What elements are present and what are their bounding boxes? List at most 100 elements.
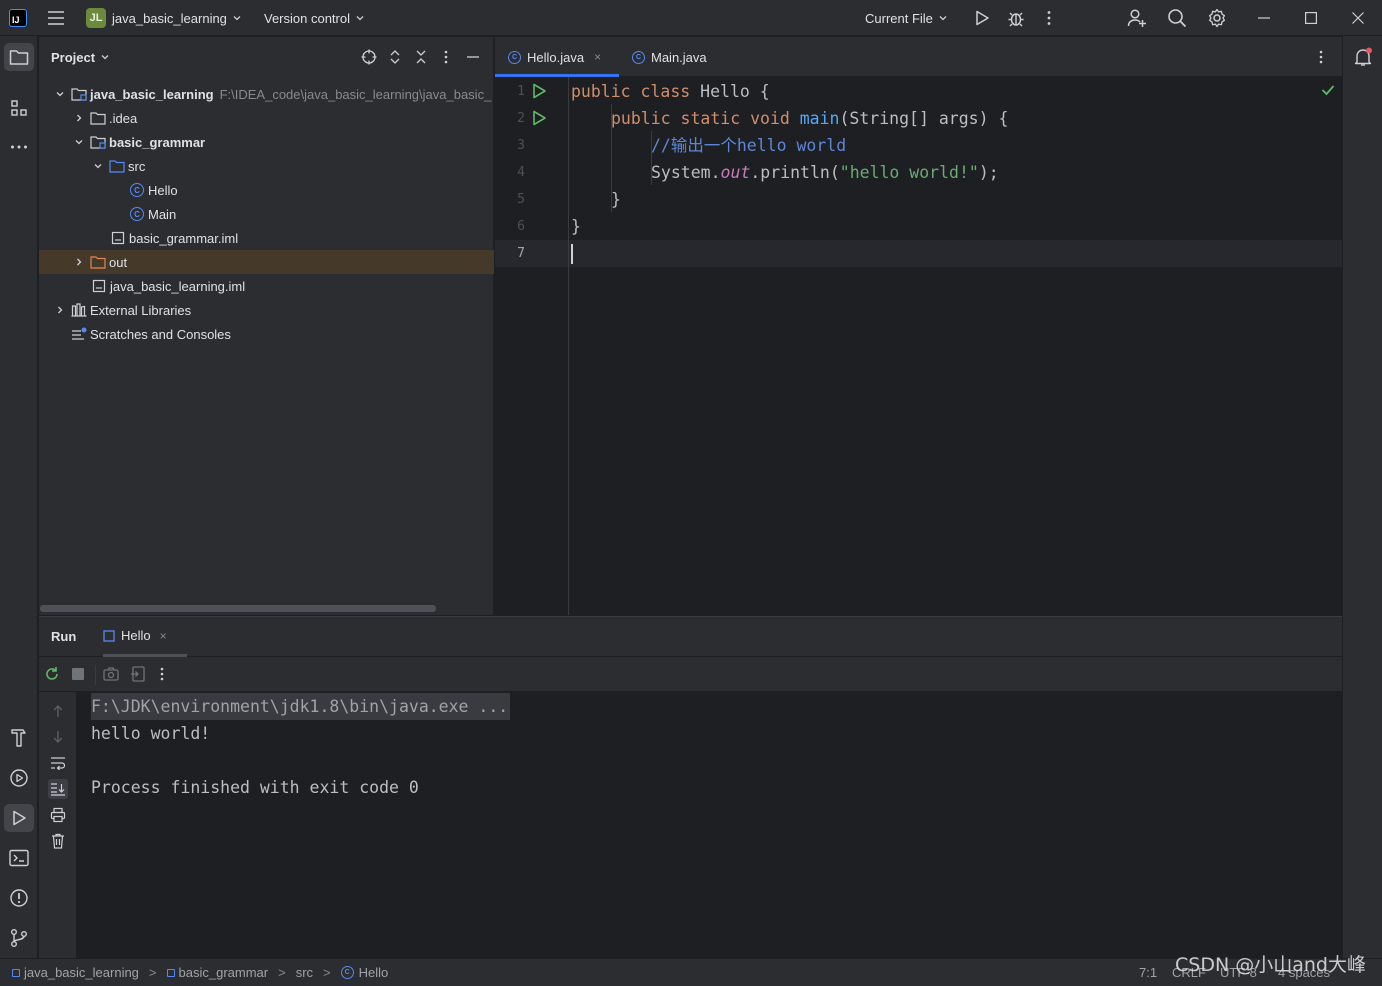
console-output[interactable]: F:\JDK\environment\jdk1.8\bin\java.exe .… <box>91 693 511 801</box>
no-problems-check-icon[interactable] <box>1321 84 1335 96</box>
add-user-icon[interactable] <box>1127 0 1147 36</box>
more-vertical-icon[interactable] <box>1046 0 1052 36</box>
run-tool-button[interactable] <box>4 804 34 832</box>
tree-item-main[interactable]: C Main <box>39 202 494 226</box>
more-vertical-icon[interactable] <box>443 49 449 65</box>
project-switcher[interactable]: JL java_basic_learning <box>86 0 242 36</box>
chevron-down-icon <box>939 16 947 21</box>
tree-item-basic-grammar-iml[interactable]: basic_grammar.iml <box>39 226 494 250</box>
console-command-line[interactable]: F:\JDK\environment\jdk1.8\bin\java.exe .… <box>91 693 511 720</box>
more-tools-button[interactable] <box>4 133 34 161</box>
breadcrumb-item[interactable]: C Hello <box>340 965 388 980</box>
maximize-icon[interactable] <box>1305 0 1317 36</box>
tree-item-java-basic-learning[interactable]: java_basic_learning F:\IDEA_code\java_ba… <box>39 82 494 106</box>
title-bar: IJ JL java_basic_learning Version contro… <box>0 0 1382 36</box>
tree-item-hello[interactable]: C Hello <box>39 178 494 202</box>
chevron-right-icon[interactable] <box>53 303 67 317</box>
line-number: 5 <box>517 192 525 207</box>
hide-panel-icon[interactable] <box>466 49 480 65</box>
tab-main-java[interactable]: C Main.java <box>632 37 707 77</box>
print-icon[interactable] <box>48 805 68 825</box>
breadcrumb-item[interactable]: src <box>296 965 313 980</box>
hamburger-menu-icon[interactable] <box>47 0 65 36</box>
project-tool-button[interactable] <box>4 43 34 71</box>
tree-item-src[interactable]: src <box>39 154 494 178</box>
structure-tool-button[interactable] <box>4 94 34 122</box>
git-branch-icon <box>11 929 27 947</box>
chevron-right-icon[interactable] <box>72 111 86 125</box>
run-gutter-icon[interactable] <box>531 110 547 126</box>
tree-item-scratches[interactable]: Scratches and Consoles <box>39 322 494 346</box>
stop-icon[interactable] <box>72 668 84 680</box>
tab-close-icon[interactable]: × <box>160 629 167 643</box>
tree-item-out[interactable]: out <box>39 250 494 274</box>
editor-tab-bar: C Hello.java × C Main.java <box>495 37 1342 77</box>
code-line-2: public static void main(String[] args) { <box>611 109 1009 128</box>
chevron-right-icon[interactable] <box>72 255 86 269</box>
editor-area: C Hello.java × C Main.java 1 2 3 4 5 6 7… <box>495 37 1342 615</box>
line-number: 3 <box>517 138 525 153</box>
editor-gutter: 1 2 3 4 5 6 7 <box>495 77 569 615</box>
console-line: Process finished with exit code 0 <box>91 778 419 797</box>
rerun-icon[interactable] <box>44 666 60 682</box>
trash-icon[interactable] <box>48 831 68 851</box>
build-tool-button[interactable] <box>4 724 34 752</box>
expand-all-icon[interactable] <box>388 49 402 65</box>
caret-position[interactable]: 7:1 <box>1139 965 1157 980</box>
notifications-button[interactable] <box>1348 43 1378 71</box>
tree-item-basic-grammar[interactable]: basic_grammar <box>39 130 494 154</box>
soft-wrap-icon[interactable] <box>48 753 68 773</box>
line-number: 1 <box>517 84 525 99</box>
locate-icon[interactable] <box>361 49 377 65</box>
minimize-icon[interactable] <box>1258 0 1270 36</box>
hammer-icon <box>11 729 26 747</box>
exit-icon[interactable] <box>130 666 146 682</box>
gear-icon[interactable] <box>1207 0 1227 36</box>
vcs-menu[interactable]: Version control <box>264 0 365 36</box>
run-tab-hello[interactable]: Hello × <box>103 617 187 657</box>
run-icon[interactable] <box>973 0 991 36</box>
tab-hello-java[interactable]: C Hello.java × <box>495 37 619 77</box>
source-folder-icon <box>109 158 125 174</box>
line-number: 4 <box>517 165 525 180</box>
watermark: CSDN @小山and大峰 <box>1175 954 1366 976</box>
project-horizontal-scrollbar[interactable] <box>40 605 436 612</box>
run-config-selector[interactable]: Current File <box>865 0 948 36</box>
run-icon <box>13 810 26 826</box>
code-line-1: public class Hello { <box>571 82 770 101</box>
chevron-down-icon <box>233 16 241 21</box>
tab-close-icon[interactable]: × <box>594 50 601 64</box>
chevron-down-icon[interactable] <box>91 159 105 173</box>
code-line-4: System.out.println("hello world!"); <box>651 163 999 182</box>
debug-icon[interactable] <box>1007 0 1025 36</box>
console-side-toolbar <box>39 692 77 959</box>
problems-tool-button[interactable] <box>4 884 34 912</box>
app-logo[interactable]: IJ <box>9 0 27 36</box>
tree-item-idea[interactable]: .idea <box>39 106 494 130</box>
camera-icon[interactable] <box>103 666 119 682</box>
project-panel: Project java_basic_learning F:\IDEA_code… <box>39 37 494 615</box>
chevron-down-icon[interactable] <box>53 87 67 101</box>
more-vertical-icon[interactable] <box>1318 49 1324 65</box>
arrow-up-icon[interactable] <box>48 701 68 721</box>
tree-item-java-basic-learning-iml[interactable]: java_basic_learning.iml <box>39 274 494 298</box>
arrow-down-icon[interactable] <box>48 727 68 747</box>
more-vertical-icon[interactable] <box>159 667 165 683</box>
terminal-tool-button[interactable] <box>4 844 34 872</box>
scroll-to-end-icon[interactable] <box>48 779 68 799</box>
search-icon[interactable] <box>1167 0 1187 36</box>
project-panel-title[interactable]: Project <box>51 50 95 65</box>
chevron-down-icon[interactable] <box>72 135 86 149</box>
tree-item-external-libraries[interactable]: External Libraries <box>39 298 494 322</box>
code-content[interactable]: public class Hello { public static void … <box>571 77 1342 615</box>
services-tool-button[interactable] <box>4 764 34 792</box>
git-tool-button[interactable] <box>4 924 34 952</box>
breadcrumb-item[interactable]: basic_grammar <box>166 965 268 980</box>
close-icon[interactable] <box>1352 0 1364 36</box>
breadcrumb-item[interactable]: java_basic_learning <box>12 965 139 980</box>
chevron-down-icon[interactable] <box>100 52 110 62</box>
collapse-all-icon[interactable] <box>414 49 428 65</box>
breadcrumb-separator: > <box>278 965 286 980</box>
run-gutter-icon[interactable] <box>531 83 547 99</box>
